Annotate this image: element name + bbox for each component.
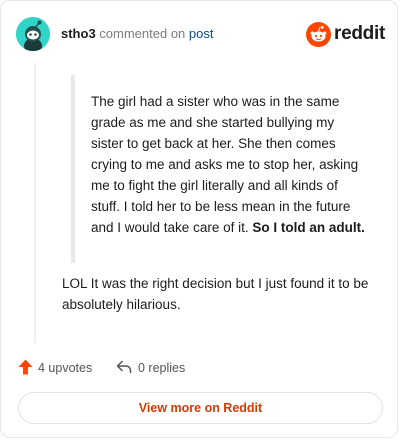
upvote-arrow-icon	[18, 359, 33, 378]
reply-count: 0 replies	[138, 361, 186, 375]
quoted-text-bold: So I told an adult.	[252, 220, 365, 235]
upvote-count: 4 upvotes	[38, 361, 93, 375]
post-link[interactable]: post	[189, 26, 214, 41]
comment-verb: commented on	[99, 26, 186, 41]
thread-line	[34, 63, 36, 343]
comment-actions: 4 upvotes 0 replies	[18, 358, 378, 378]
comment-header: stho3 commented on post reddit	[16, 17, 386, 51]
reddit-logo-icon	[306, 22, 331, 52]
reply-arrow-icon	[116, 360, 132, 377]
replies-button[interactable]: 0 replies	[116, 358, 185, 378]
username-link[interactable]: stho3	[61, 26, 96, 41]
comment-body: LOL It was the right decision but I just…	[62, 276, 369, 312]
view-more-button[interactable]: View more on Reddit	[18, 392, 383, 424]
embed-card: stho3 commented on post reddit The girl …	[0, 0, 398, 438]
snoo-avatar-icon[interactable]	[16, 17, 50, 51]
reddit-logo[interactable]: reddit	[306, 22, 385, 48]
comment-meta: stho3 commented on post	[61, 26, 214, 42]
upvote-button[interactable]: 4 upvotes	[18, 358, 92, 378]
reddit-wordmark: reddit	[334, 23, 385, 44]
quoted-text: The girl had a sister who was in the sam…	[91, 91, 366, 238]
quoted-text-main: The girl had a sister who was in the sam…	[91, 94, 359, 235]
